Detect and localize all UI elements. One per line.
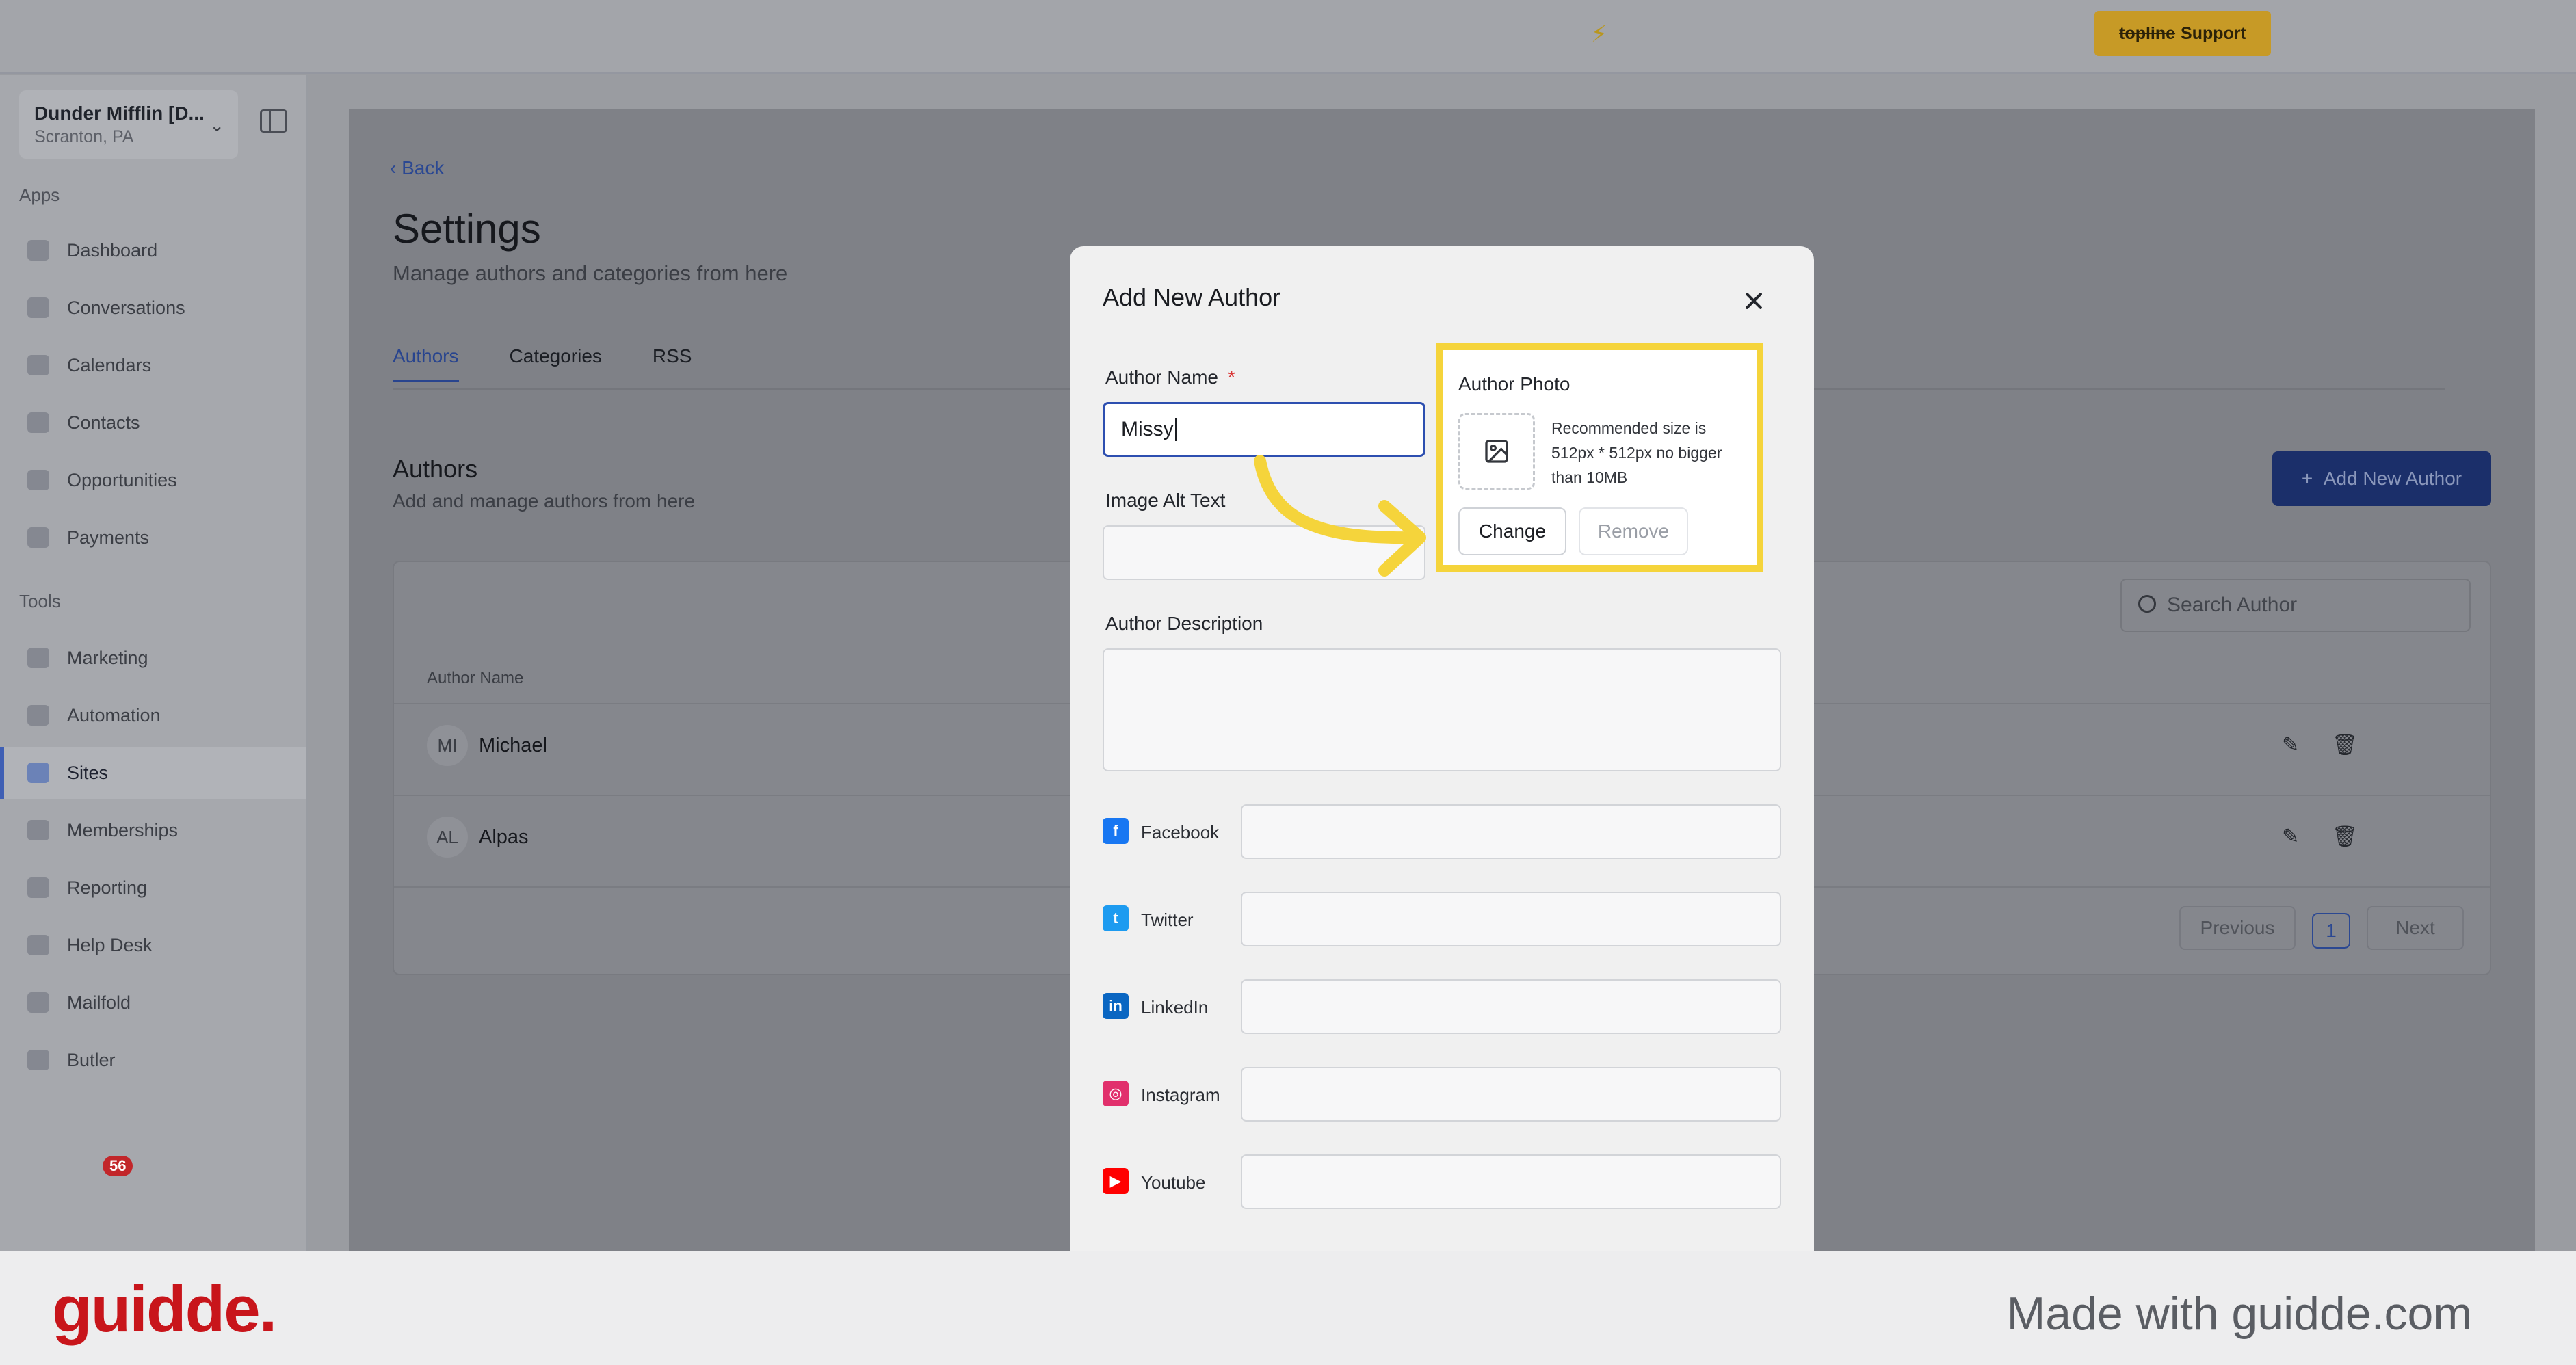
table-row[interactable]: AL Alpas [427, 817, 529, 858]
tab-bar: Authors Categories RSS [393, 345, 692, 382]
photo-size-hint: Recommended size is 512px * 512px no big… [1551, 419, 1722, 486]
author-description-textarea[interactable] [1103, 648, 1781, 771]
gears-icon [27, 705, 49, 726]
pager-previous-button[interactable]: Previous [2179, 906, 2296, 950]
notification-badge[interactable]: 56 [103, 1156, 133, 1176]
trash-icon[interactable]: 🗑 [2332, 733, 2358, 757]
author-name-label: Author Name * [1105, 367, 1235, 388]
sidebar-item-payments[interactable]: Payments [0, 512, 306, 564]
sidebar: Dunder Mifflin [D... Scranton, PA ⌄ Apps… [0, 75, 308, 1251]
guidde-logo: guidde. [52, 1273, 277, 1346]
sidebar-item-memberships[interactable]: Memberships [0, 804, 306, 856]
sidebar-item-reporting[interactable]: Reporting [0, 862, 306, 914]
youtube-label: Youtube [1141, 1172, 1206, 1193]
youtube-input[interactable] [1241, 1154, 1781, 1209]
sidebar-item-dashboard[interactable]: Dashboard [0, 224, 306, 276]
modal-title: Add New Author [1103, 283, 1281, 311]
tab-authors[interactable]: Authors [393, 345, 459, 382]
edit-icon[interactable]: ✎ [2282, 825, 2299, 849]
linkedin-label: LinkedIn [1141, 997, 1209, 1018]
footer-bar: guidde. Made with guidde.com [0, 1251, 2576, 1365]
author-photo-label: Author Photo [1458, 373, 1570, 395]
edit-icon[interactable]: ✎ [2282, 733, 2299, 757]
chat-icon [27, 297, 49, 318]
image-alt-text-label: Image Alt Text [1105, 490, 1226, 511]
chevron-down-icon: ⌄ [209, 115, 224, 135]
pie-chart-icon [27, 877, 49, 898]
help-icon [27, 935, 49, 955]
twitter-input[interactable] [1241, 892, 1781, 946]
sidebar-item-opportunities[interactable]: Opportunities [0, 454, 306, 506]
sidebar-collapse-icon[interactable] [260, 109, 287, 133]
section-subtitle: Add and manage authors from here [393, 490, 696, 512]
image-icon [1485, 440, 1508, 463]
made-with-text: Made with guidde.com [2006, 1288, 2472, 1340]
instagram-input[interactable] [1241, 1067, 1781, 1122]
page-title: Settings [393, 206, 541, 252]
mail-icon [27, 992, 49, 1013]
instagram-icon: ◎ [1103, 1081, 1129, 1106]
top-bar: ⚡ topline Support [0, 0, 2576, 74]
close-icon[interactable] [1742, 289, 1766, 313]
youtube-icon: ▶ [1103, 1168, 1129, 1194]
annotation-arrow [1254, 455, 1426, 577]
sidebar-item-butler[interactable]: Butler [0, 1034, 306, 1086]
linkedin-icon: in [1103, 993, 1129, 1019]
sidebar-item-sites[interactable]: Sites [0, 747, 306, 799]
account-switcher[interactable]: Dunder Mifflin [D... Scranton, PA ⌄ [19, 90, 238, 159]
column-header-author-name: Author Name [427, 669, 524, 687]
group-icon [27, 820, 49, 840]
sidebar-item-automation[interactable]: Automation [0, 689, 306, 741]
facebook-label: Facebook [1141, 822, 1220, 843]
pager-next-button[interactable]: Next [2367, 906, 2464, 950]
author-photo-panel: Author Photo Recommended size is 512px *… [1436, 343, 1763, 572]
facebook-icon: f [1103, 818, 1129, 844]
add-new-author-button[interactable]: + Add New Author [2272, 451, 2491, 506]
lightning-icon[interactable]: ⚡ [1591, 21, 1612, 48]
dashboard-icon [27, 240, 49, 261]
sidebar-item-calendars[interactable]: Calendars [0, 339, 306, 391]
section-title: Authors [393, 455, 478, 483]
sidebar-item-conversations[interactable]: Conversations [0, 282, 306, 334]
pager-page-1[interactable]: 1 [2312, 913, 2350, 949]
twitter-icon: t [1103, 905, 1129, 931]
twitter-label: Twitter [1141, 910, 1194, 930]
tools-section-label: Tools [19, 591, 61, 611]
butler-icon [27, 1050, 49, 1070]
card-icon [27, 527, 49, 548]
megaphone-icon [27, 648, 49, 668]
sidebar-item-contacts[interactable]: Contacts [0, 397, 306, 449]
avatar: AL [427, 817, 468, 858]
page-subtitle: Manage authors and categories from here [393, 261, 788, 285]
author-description-label: Author Description [1105, 613, 1263, 634]
photo-upload-area[interactable] [1458, 413, 1535, 490]
globe-icon [27, 763, 49, 783]
account-location: Scranton, PA [34, 127, 134, 146]
trash-icon[interactable]: 🗑 [2332, 825, 2358, 849]
facebook-input[interactable] [1241, 804, 1781, 859]
author-name-input[interactable]: Missy [1103, 402, 1425, 457]
sidebar-item-help-desk[interactable]: Help Desk [0, 919, 306, 971]
change-photo-button[interactable]: Change [1458, 507, 1566, 555]
search-author-input[interactable]: Search Author [2120, 579, 2471, 632]
person-icon [27, 412, 49, 433]
support-button[interactable]: topline Support [2094, 11, 2271, 56]
apps-section-label: Apps [19, 185, 60, 205]
remove-photo-button[interactable]: Remove [1579, 507, 1688, 555]
table-row[interactable]: MI Michael [427, 725, 547, 766]
search-icon [2138, 595, 2156, 613]
tab-categories[interactable]: Categories [510, 345, 602, 382]
sidebar-item-mailfold[interactable]: Mailfold [0, 977, 306, 1029]
sidebar-item-marketing[interactable]: Marketing [0, 632, 306, 684]
calendar-icon [27, 355, 49, 375]
avatar: MI [427, 725, 468, 766]
back-link[interactable]: ‹ Back [390, 157, 444, 179]
instagram-label: Instagram [1141, 1085, 1220, 1105]
linkedin-input[interactable] [1241, 979, 1781, 1034]
target-icon [27, 470, 49, 490]
tab-rss[interactable]: RSS [653, 345, 692, 382]
account-name: Dunder Mifflin [D... [34, 103, 205, 124]
